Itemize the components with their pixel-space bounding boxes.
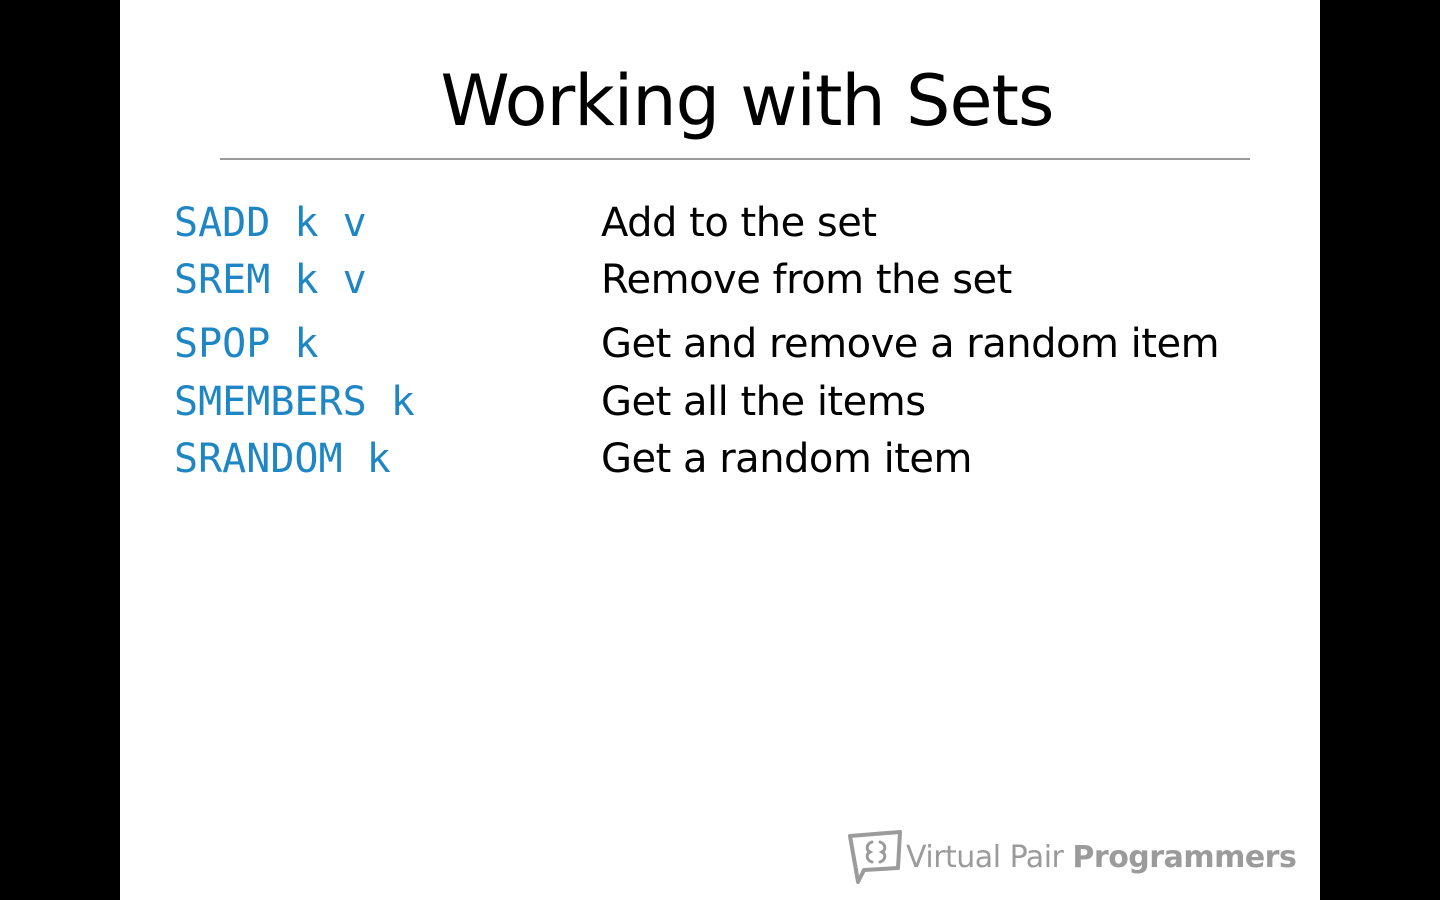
command-description: Remove from the set (601, 257, 1012, 303)
slide-title: Working with Sets (440, 60, 1055, 142)
logo-wordmark: Virtual Pair Programmers (906, 838, 1297, 878)
command-row: SREM k v Remove from the set (120, 254, 1320, 306)
speech-bubbles-logo-icon (848, 830, 902, 884)
command-text: SPOP k (174, 321, 319, 367)
logo-text-light: Virtual Pair (906, 840, 1064, 875)
command-row: SRANDOM k Get a random item (120, 433, 1320, 485)
presentation-stage: Working with Sets SADD k v Add to the se… (0, 0, 1440, 900)
command-description: Get and remove a random item (601, 321, 1220, 367)
command-row: SMEMBERS k Get all the items (120, 376, 1320, 428)
title-divider (220, 158, 1250, 160)
command-text: SMEMBERS k (174, 379, 415, 425)
logo-text-bold: Programmers (1072, 840, 1297, 875)
command-text: SADD k v (174, 200, 367, 246)
command-description: Get a random item (601, 436, 972, 482)
command-description: Get all the items (601, 379, 926, 425)
vpp-logo: Virtual Pair Programmers (848, 830, 1297, 884)
command-text: SRANDOM k (174, 436, 391, 482)
command-description: Add to the set (601, 200, 877, 246)
slide: Working with Sets SADD k v Add to the se… (120, 0, 1320, 900)
command-text: SREM k v (174, 257, 367, 303)
command-row: SADD k v Add to the set (120, 197, 1320, 249)
command-row: SPOP k Get and remove a random item (120, 318, 1320, 370)
